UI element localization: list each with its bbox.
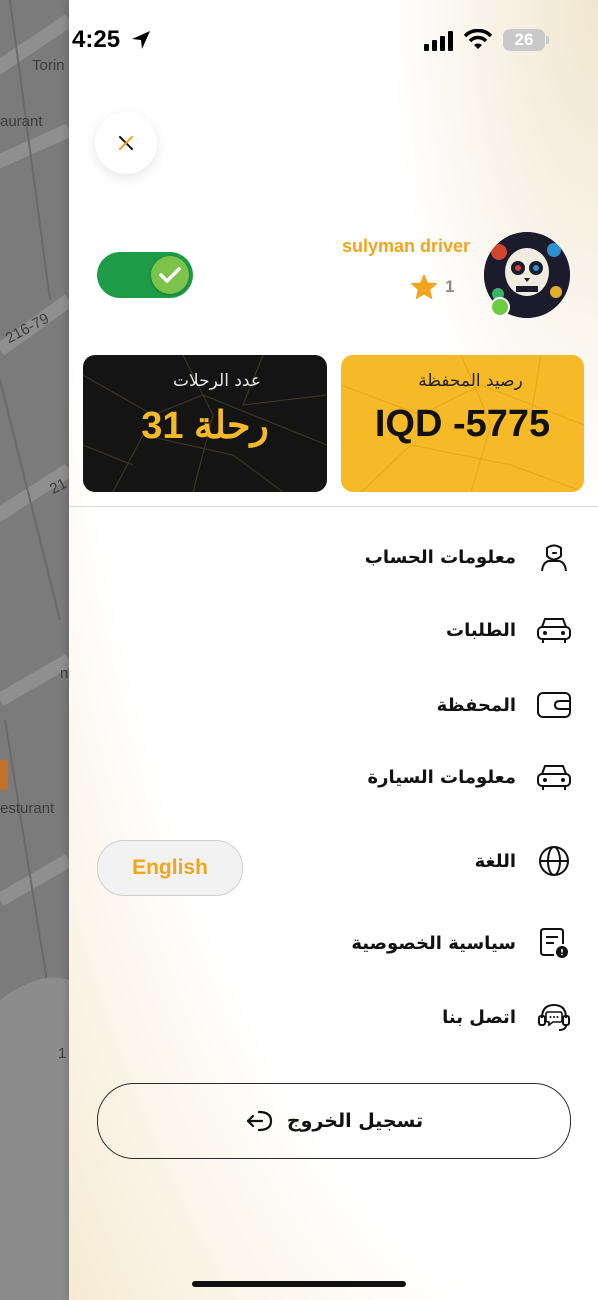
headset-icon bbox=[536, 999, 572, 1035]
online-status-dot bbox=[490, 297, 510, 317]
map-label: esturant bbox=[0, 800, 55, 817]
wallet-label: رصيد المحفظة bbox=[418, 371, 523, 391]
wallet-value: IQD -5775 bbox=[374, 403, 551, 445]
menu-item-label: سياسية الخصوصية bbox=[351, 932, 516, 954]
star-icon bbox=[410, 274, 437, 299]
menu-item-language[interactable]: اللغة bbox=[475, 841, 572, 881]
map-label: aurant bbox=[0, 113, 43, 130]
menu-item-label: اتصل بنا bbox=[442, 1006, 516, 1028]
trips-count-card: عدد الرحلات 31 رحلة bbox=[83, 355, 327, 492]
close-button[interactable] bbox=[95, 112, 157, 174]
globe-icon bbox=[536, 843, 572, 879]
car-icon bbox=[536, 759, 572, 795]
menu-item-contact[interactable]: اتصل بنا bbox=[442, 997, 572, 1037]
menu-item-label: الطلبات bbox=[445, 619, 516, 641]
map-label: 1 bbox=[58, 1045, 67, 1062]
logout-label: تسجيل الخروج bbox=[286, 1110, 424, 1132]
driver-rating: 1 bbox=[445, 277, 455, 296]
menu-item-orders[interactable]: الطلبات bbox=[446, 610, 572, 650]
close-icon bbox=[119, 136, 133, 150]
trips-label: عدد الرحلات bbox=[173, 371, 261, 391]
battery-indicator: 26 bbox=[503, 29, 549, 51]
menu-item-car-info[interactable]: معلومات السيارة bbox=[367, 757, 572, 797]
menu-item-label: المحفظة bbox=[436, 694, 516, 716]
user-icon bbox=[536, 539, 572, 575]
toggle-knob bbox=[151, 256, 189, 294]
menu-item-account[interactable]: معلومات الحساب bbox=[365, 537, 572, 577]
cellular-signal-icon bbox=[424, 31, 453, 51]
divider bbox=[69, 506, 598, 507]
trips-value: 31 رحلة bbox=[141, 405, 269, 447]
wifi-icon bbox=[464, 29, 492, 49]
status-time: 4:25 bbox=[72, 26, 121, 53]
menu-item-label: معلومات الحساب bbox=[364, 546, 516, 568]
home-indicator bbox=[192, 1281, 406, 1287]
menu-item-wallet[interactable]: المحفظة bbox=[437, 685, 572, 725]
wallet-icon bbox=[536, 687, 572, 723]
car-icon bbox=[536, 612, 572, 648]
menu-item-privacy[interactable]: سياسية الخصوصية bbox=[351, 923, 572, 963]
logout-icon bbox=[246, 1110, 273, 1132]
logout-button[interactable]: تسجيل الخروج bbox=[97, 1083, 571, 1159]
privacy-document-icon bbox=[536, 925, 572, 961]
menu-item-label: معلومات السيارة bbox=[367, 766, 516, 788]
map-label: Torin bbox=[32, 57, 65, 74]
online-toggle[interactable] bbox=[97, 252, 193, 298]
driver-name: sulyman driver bbox=[341, 236, 470, 256]
checkmark-icon bbox=[159, 267, 181, 283]
wallet-balance-card: رصيد المحفظة IQD -5775 bbox=[341, 355, 584, 492]
location-arrow-icon bbox=[132, 31, 150, 49]
language-switch-button[interactable]: English bbox=[97, 840, 243, 896]
menu-item-label: اللغة bbox=[474, 850, 516, 872]
map-label: n bbox=[60, 665, 69, 682]
